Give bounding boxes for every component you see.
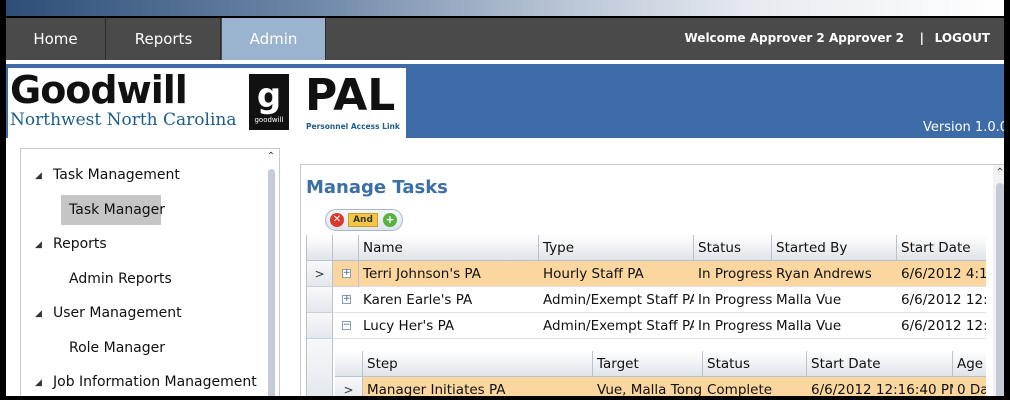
expand-plus-icon[interactable]: + bbox=[342, 269, 351, 278]
manage-tasks-panel: Manage Tasks ✕ And + Name Type Status St… bbox=[300, 164, 1004, 396]
remove-filter-icon[interactable]: ✕ bbox=[330, 213, 344, 227]
cell-start-date: 6/6/2012 12:1 bbox=[901, 292, 986, 308]
cell-step: Manager Initiates PA bbox=[367, 382, 506, 396]
tasks-grid: Name Type Status Started By Start Date >… bbox=[306, 235, 986, 396]
current-row-indicator-icon: > bbox=[335, 377, 363, 396]
nav-separator: | bbox=[919, 31, 924, 45]
column-header-step[interactable]: Step bbox=[363, 351, 593, 377]
cell-started-by: Malla Vue bbox=[776, 318, 842, 334]
row-header-cell bbox=[307, 313, 333, 339]
content-scrollbar[interactable]: ⌃ bbox=[993, 165, 1004, 396]
app-logo-subtitle: Personnel Access Link bbox=[306, 122, 400, 131]
sidebar-item-admin-reports[interactable]: Admin Reports bbox=[69, 271, 172, 287]
sidebar-item-reports[interactable]: Reports bbox=[53, 236, 107, 252]
cell-age: 0 Da bbox=[957, 382, 986, 396]
grid-corner-header bbox=[307, 235, 333, 261]
table-row[interactable]: > Manager Initiates PA Vue, Malla Tong C… bbox=[335, 377, 986, 396]
sidebar-item-role-manager[interactable]: Role Manager bbox=[69, 340, 165, 356]
column-header-step-status[interactable]: Status bbox=[703, 351, 807, 377]
scrollbar-thumb[interactable] bbox=[268, 169, 275, 396]
cell-started-by: Malla Vue bbox=[776, 292, 842, 308]
filter-and-toggle[interactable]: And bbox=[348, 213, 378, 227]
version-label: Version 1.0.0 bbox=[922, 120, 1004, 135]
scroll-up-icon[interactable]: ⌃ bbox=[265, 151, 277, 163]
table-row[interactable]: > + Terri Johnson's PA Hourly Staff PA I… bbox=[307, 261, 986, 287]
cell-type: Admin/Exempt Staff PA bbox=[543, 292, 694, 308]
org-logo-word: Goodwill bbox=[10, 68, 188, 112]
scrollbar-thumb[interactable] bbox=[996, 183, 1004, 396]
cell-name: Lucy Her's PA bbox=[363, 318, 455, 334]
header-banner: Goodwill Northwest North Carolina g good… bbox=[6, 64, 1004, 138]
add-filter-icon[interactable]: + bbox=[383, 213, 397, 227]
cell-name: Terri Johnson's PA bbox=[363, 266, 481, 282]
cell-target: Vue, Malla Tong bbox=[597, 382, 703, 396]
subgrid-corner-header bbox=[335, 351, 363, 377]
cell-status: In Progress bbox=[698, 318, 772, 334]
top-decor-strip bbox=[6, 0, 1004, 16]
cell-type: Hourly Staff PA bbox=[543, 266, 644, 282]
column-header-type[interactable]: Type bbox=[539, 235, 694, 261]
collapse-arrow-icon[interactable]: ◢ bbox=[35, 309, 42, 319]
expand-plus-icon[interactable]: + bbox=[342, 295, 351, 304]
table-row[interactable]: − Lucy Her's PA Admin/Exempt Staff PA In… bbox=[307, 313, 986, 339]
table-row[interactable]: + Karen Earle's PA Admin/Exempt Staff PA… bbox=[307, 287, 986, 313]
app-logo-word: PAL bbox=[305, 70, 396, 121]
sidebar-item-job-information-management[interactable]: Job Information Management bbox=[53, 374, 257, 390]
column-header-status[interactable]: Status bbox=[694, 235, 772, 261]
cell-status: In Progress bbox=[698, 266, 772, 282]
page-title: Manage Tasks bbox=[306, 177, 448, 198]
tab-admin[interactable]: Admin bbox=[222, 18, 326, 60]
collapse-arrow-icon[interactable]: ◢ bbox=[35, 171, 42, 181]
app-window: Home Reports Admin Welcome Approver 2 Ap… bbox=[6, 0, 1004, 396]
cell-step-start-date: 6/6/2012 12:16:40 PM bbox=[811, 382, 953, 396]
column-header-started-by[interactable]: Started By bbox=[772, 235, 897, 261]
welcome-text: Welcome Approver 2 Approver 2 bbox=[684, 31, 905, 45]
logo: Goodwill Northwest North Carolina g good… bbox=[8, 68, 406, 138]
tab-reports[interactable]: Reports bbox=[107, 18, 221, 60]
row-header-cell bbox=[307, 339, 333, 396]
grid-expander-header bbox=[333, 235, 359, 261]
tab-home[interactable]: Home bbox=[6, 18, 106, 60]
collapse-arrow-icon[interactable]: ◢ bbox=[35, 240, 42, 250]
cell-type: Admin/Exempt Staff PA bbox=[543, 318, 694, 334]
task-steps-subgrid: Step Target Status Start Date Age > Mana… bbox=[335, 341, 986, 396]
logout-link[interactable]: LOGOUT bbox=[935, 18, 990, 58]
column-header-start-date[interactable]: Start Date bbox=[897, 235, 986, 261]
row-header-cell bbox=[307, 287, 333, 313]
column-header-name[interactable]: Name bbox=[359, 235, 539, 261]
scroll-up-icon[interactable]: ⌃ bbox=[993, 167, 1004, 179]
sidebar-item-task-manager[interactable]: Task Manager bbox=[69, 202, 165, 218]
top-nav-bar: Home Reports Admin Welcome Approver 2 Ap… bbox=[6, 16, 1004, 60]
column-header-age[interactable]: Age bbox=[953, 351, 986, 377]
cell-name: Karen Earle's PA bbox=[363, 292, 473, 308]
filter-operator-control[interactable]: ✕ And + bbox=[325, 209, 403, 231]
org-logo-subtitle: Northwest North Carolina bbox=[10, 110, 237, 130]
column-header-step-start-date[interactable]: Start Date bbox=[807, 351, 953, 377]
sidebar: ◢ Task Management Task Manager ◢ Reports… bbox=[20, 148, 280, 396]
current-row-indicator-icon: > bbox=[307, 261, 333, 287]
sidebar-item-task-management[interactable]: Task Management bbox=[53, 167, 180, 183]
sidebar-item-user-management[interactable]: User Management bbox=[53, 305, 182, 321]
cell-started-by: Ryan Andrews bbox=[776, 266, 872, 282]
sidebar-scrollbar[interactable]: ⌃ bbox=[265, 151, 277, 396]
cell-start-date: 6/6/2012 12:1 bbox=[901, 318, 986, 334]
column-header-target[interactable]: Target bbox=[593, 351, 703, 377]
collapse-minus-icon[interactable]: − bbox=[342, 321, 351, 330]
cell-step-status: Complete bbox=[707, 382, 773, 396]
cell-status: In Progress bbox=[698, 292, 772, 308]
cell-start-date: 6/6/2012 4:13 bbox=[901, 266, 986, 282]
goodwill-g-icon: g goodwill bbox=[249, 74, 289, 130]
collapse-arrow-icon[interactable]: ◢ bbox=[35, 378, 42, 388]
